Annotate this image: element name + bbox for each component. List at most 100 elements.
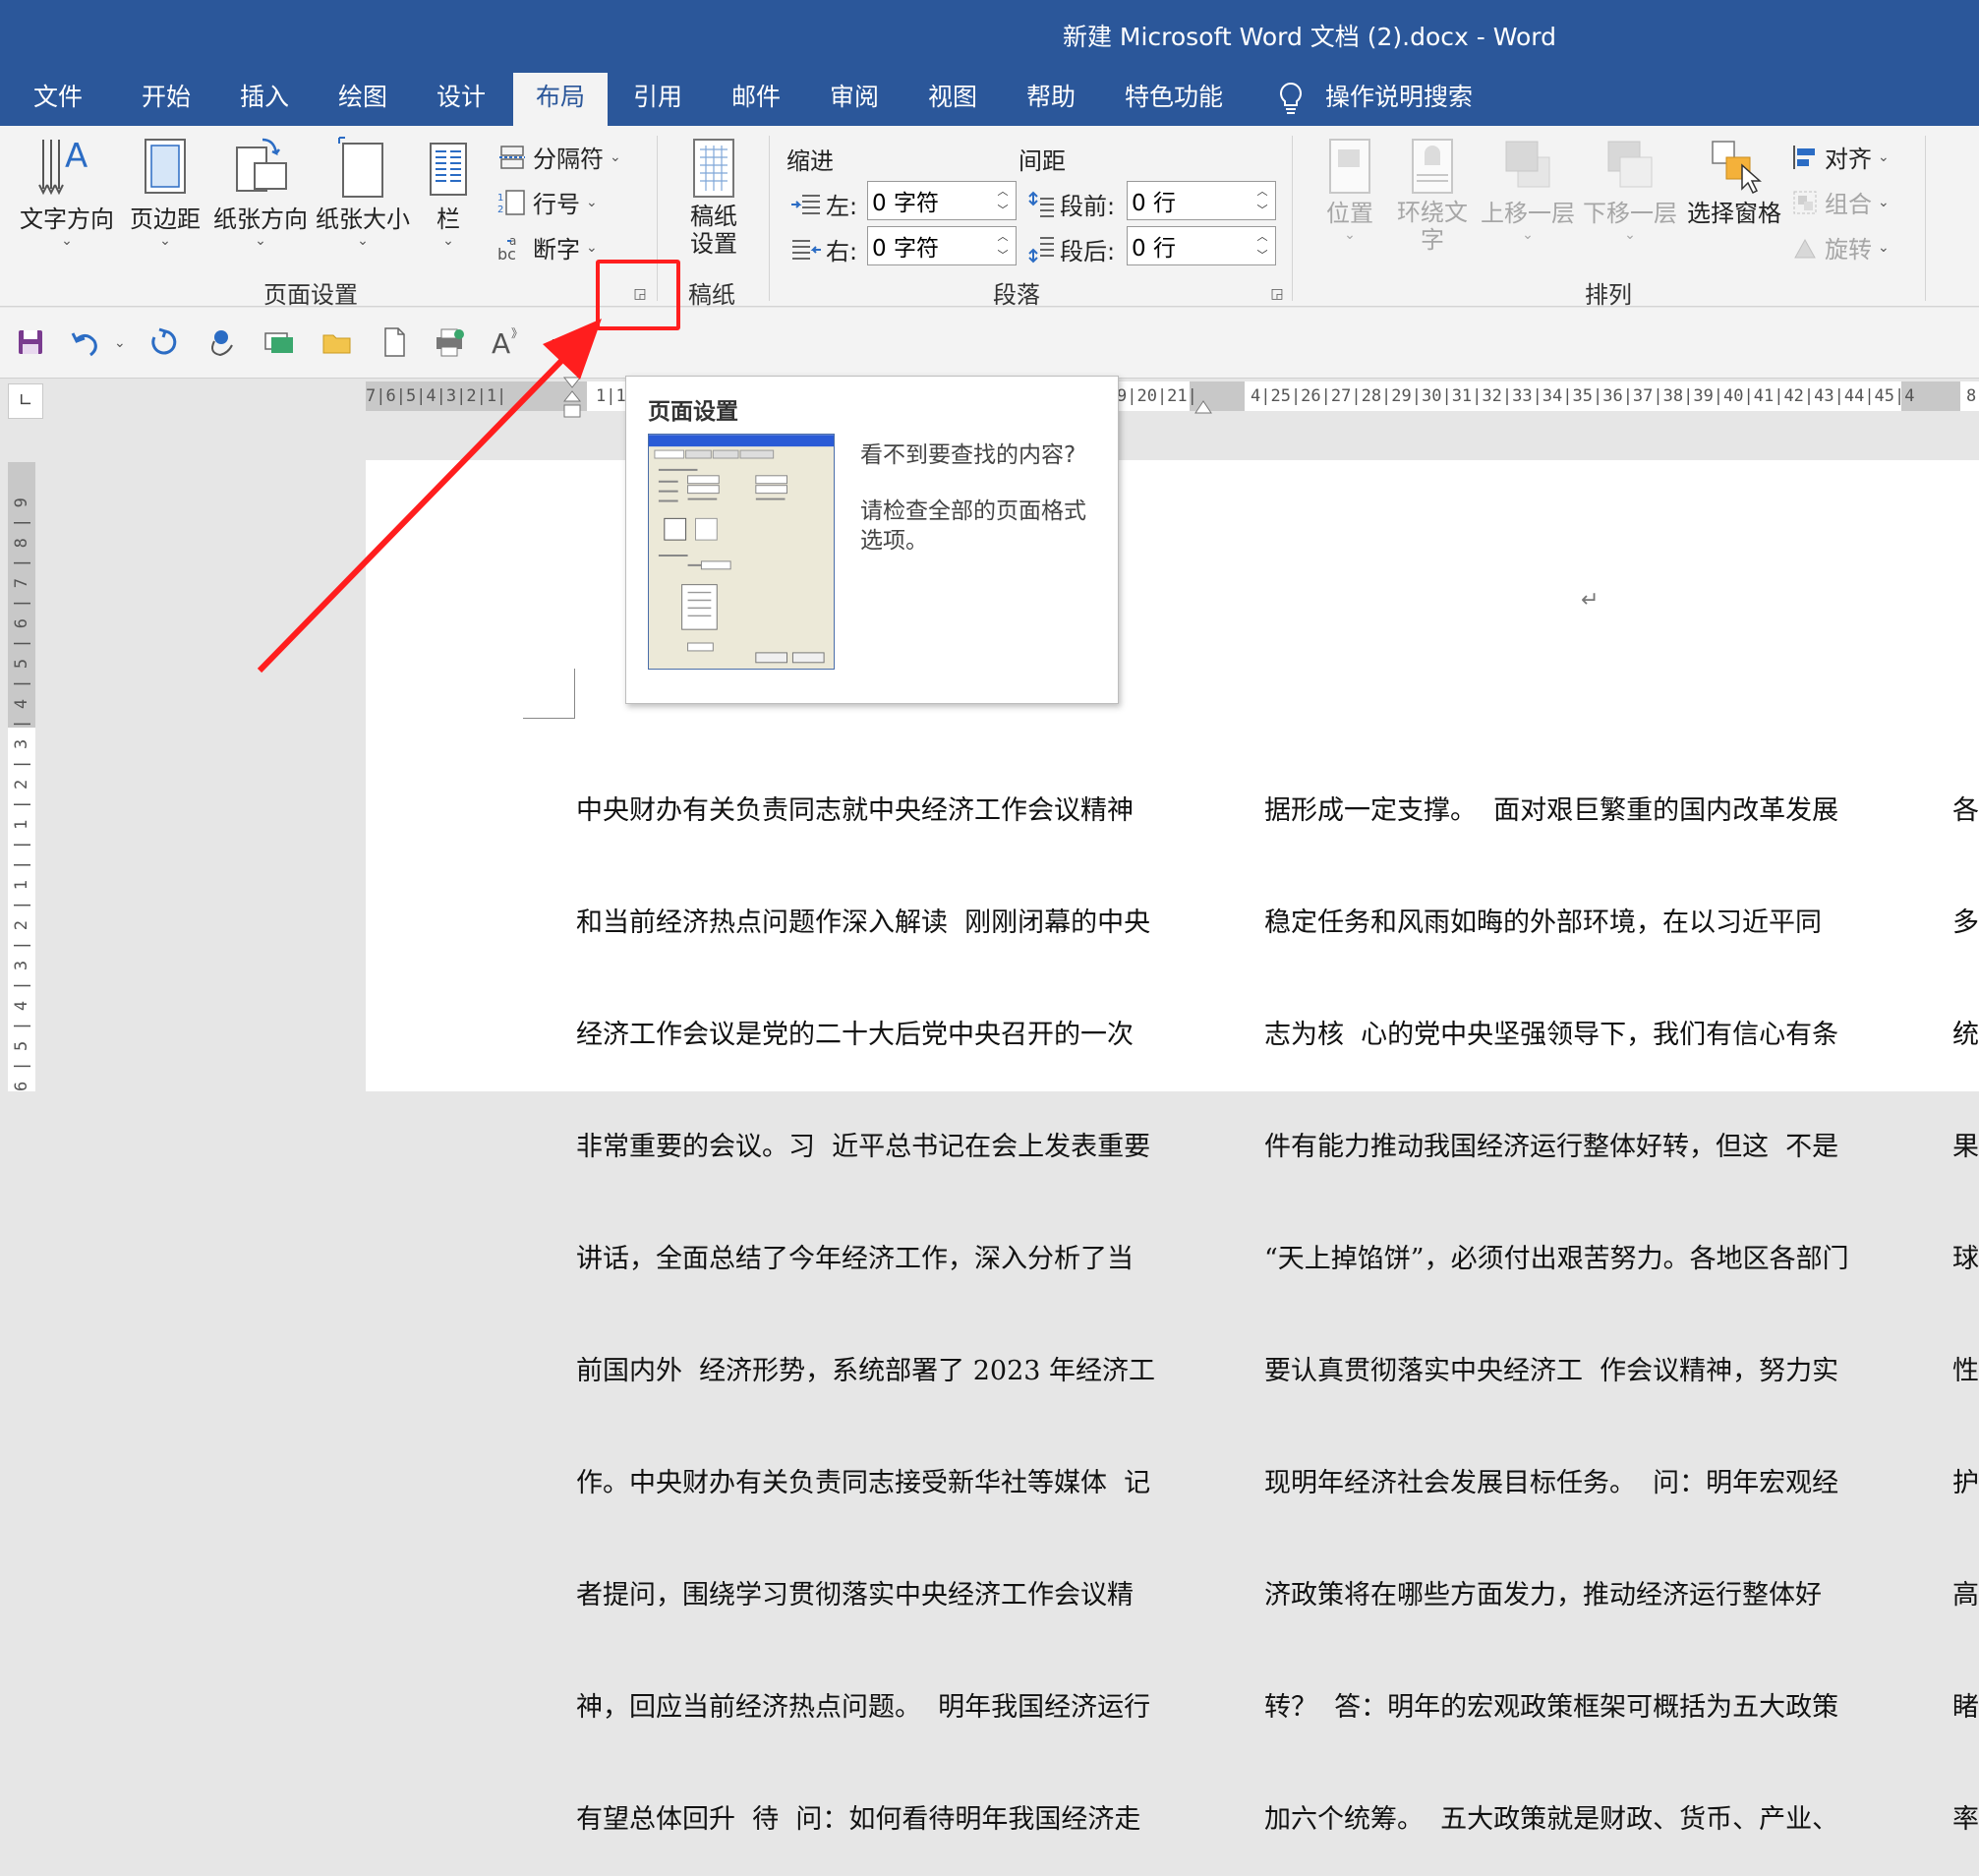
position-button[interactable]: 位置 ⌄ bbox=[1313, 136, 1386, 242]
chevron-down-icon: ⌄ bbox=[61, 233, 73, 249]
text-line: 率 bbox=[1952, 1804, 1979, 1835]
horizontal-ruler[interactable]: 7|6|5|4|3|2|1| 1|1 9|20|21| 4|25|26|27|2… bbox=[366, 381, 1979, 411]
document-column-2[interactable]: 据形成一定支撑。 面对艰巨繁重的国内改革发展 稳定任务和风雨如晦的外部环境，在以… bbox=[1264, 718, 1849, 1876]
chevron-down-icon: ⌄ bbox=[1878, 194, 1890, 210]
tab-home[interactable]: 开始 bbox=[130, 73, 203, 126]
customize-toolbar-icon[interactable]: = bbox=[551, 331, 565, 352]
lightbulb-icon[interactable] bbox=[1276, 81, 1306, 116]
document-column-3[interactable]: 各 多 统 果 球 性 护 高 睹 率 bbox=[1952, 718, 1979, 1876]
tab-layout[interactable]: 布局 bbox=[513, 73, 608, 126]
indent-left-input[interactable] bbox=[868, 182, 990, 219]
spinner-arrows[interactable]: ︿ ﹀ bbox=[990, 182, 1016, 219]
manuscript-settings-button[interactable]: 稿纸 设置 bbox=[672, 136, 755, 258]
indent-left-spinner[interactable]: ︿﹀ bbox=[867, 181, 1017, 220]
new-document-icon[interactable] bbox=[378, 325, 411, 359]
tab-references[interactable]: 引用 bbox=[621, 73, 694, 126]
text-direction-icon: A bbox=[38, 137, 87, 196]
orientation-button[interactable]: 纸张方向 ⌄ bbox=[206, 134, 315, 248]
rotate-icon bbox=[1794, 238, 1816, 258]
orientation-icon bbox=[236, 138, 287, 192]
wrap-text-label-line1: 环绕文 bbox=[1397, 199, 1468, 226]
group-button[interactable]: 组合 ⌄ bbox=[1791, 185, 1890, 219]
tab-view[interactable]: 视图 bbox=[916, 73, 989, 126]
title-bar: 新建 Microsoft Word 文档 (2).docx - Word 文件 … bbox=[0, 0, 1979, 126]
rotate-button[interactable]: 旋转 ⌄ bbox=[1791, 230, 1890, 264]
text-line: 护 bbox=[1952, 1468, 1979, 1498]
size-button[interactable]: 纸张大小 ⌄ bbox=[309, 134, 417, 248]
email-icon[interactable] bbox=[262, 325, 295, 359]
selection-pane-button[interactable]: 选择窗格 bbox=[1683, 136, 1785, 228]
wrap-text-button[interactable]: 环绕文 字 bbox=[1390, 136, 1475, 254]
right-indent-marker[interactable] bbox=[1193, 387, 1213, 417]
group-separator bbox=[769, 136, 770, 301]
font-size-icon[interactable]: A 》 bbox=[490, 325, 523, 359]
wrap-text-label-line2: 字 bbox=[1421, 226, 1444, 254]
margins-button[interactable]: 页边距 ⌄ bbox=[120, 134, 210, 248]
svg-text:A: A bbox=[65, 137, 87, 176]
document-column-1[interactable]: 中央财办有关负责同志就中央经济工作会议精神 和当前经济热点问题作深入解读 刚刚闭… bbox=[576, 718, 1155, 1876]
chevron-down-icon: ⌄ bbox=[586, 194, 598, 210]
tell-me-search[interactable]: 操作说明搜索 bbox=[1325, 73, 1473, 122]
send-backward-button[interactable]: 下移一层 ⌄ bbox=[1579, 136, 1681, 242]
tab-file[interactable]: 文件 bbox=[22, 73, 94, 126]
bring-forward-button[interactable]: 上移一层 ⌄ bbox=[1477, 136, 1579, 242]
paragraph-mark-icon: ↵ bbox=[1581, 588, 1600, 613]
chevron-down-icon: ⌄ bbox=[610, 148, 621, 165]
ruler-ticks-left: 7|6|5|4|3|2|1| bbox=[366, 386, 507, 406]
spacing-after-spinner[interactable]: ︿﹀ bbox=[1127, 226, 1276, 265]
svg-text:A: A bbox=[492, 327, 510, 359]
tab-design[interactable]: 设计 bbox=[425, 73, 497, 126]
spinner-arrows[interactable]: ︿ ﹀ bbox=[1250, 227, 1275, 264]
spacing-before-input[interactable] bbox=[1128, 182, 1250, 219]
line-numbers-icon: 12 bbox=[497, 189, 525, 215]
tooltip-title: 页面设置 bbox=[648, 399, 738, 425]
text-line: 经济工作会议是党的二十大后党中央召开的一次 bbox=[576, 1020, 1134, 1050]
indent-right-spinner[interactable]: ︿﹀ bbox=[867, 226, 1017, 265]
print-preview-icon[interactable] bbox=[433, 325, 466, 359]
tab-mailings[interactable]: 邮件 bbox=[720, 73, 792, 126]
tab-draw[interactable]: 绘图 bbox=[326, 73, 399, 126]
paragraph-dialog-launcher[interactable]: ◲ bbox=[1266, 283, 1288, 305]
hyphenation-label: 断字 bbox=[533, 236, 580, 264]
text-direction-button[interactable]: A 文字方向 ⌄ bbox=[18, 134, 116, 248]
tooltip-question: 看不到要查找的内容? bbox=[860, 442, 1077, 468]
page-setup-tooltip: 页面设置 看不到要查找的内容? 请检查全部的页面格式选项。 bbox=[625, 376, 1119, 704]
redo-icon[interactable] bbox=[147, 325, 181, 359]
indent-header: 缩进 bbox=[786, 147, 834, 175]
text-line: 志为核 心的党中央坚强领导下，我们有信心有条 bbox=[1264, 1020, 1839, 1050]
spinner-arrows[interactable]: ︿ ﹀ bbox=[990, 227, 1016, 264]
format-painter-icon[interactable] bbox=[204, 325, 238, 359]
text-line: 非常重要的会议。习 近平总书记在会上发表重要 bbox=[576, 1132, 1151, 1162]
tab-review[interactable]: 审阅 bbox=[818, 73, 891, 126]
indent-right-input[interactable] bbox=[868, 227, 990, 264]
undo-icon[interactable] bbox=[69, 325, 102, 359]
send-backward-icon bbox=[1607, 141, 1653, 188]
align-button[interactable]: 对齐 ⌄ bbox=[1791, 140, 1890, 174]
spacing-after-input[interactable] bbox=[1128, 227, 1250, 264]
first-line-indent-marker[interactable] bbox=[562, 376, 582, 421]
vertical-ruler[interactable]: 6 | 5 | 4 | 3 | 2 | 1 | | 1 | 2 | 3 | 4 … bbox=[8, 462, 35, 1091]
spacing-after-icon bbox=[1028, 236, 1054, 263]
text-line: 性 bbox=[1952, 1356, 1979, 1386]
tab-special-features[interactable]: 特色功能 bbox=[1113, 73, 1235, 126]
line-numbers-button[interactable]: 12 行号 ⌄ bbox=[497, 185, 598, 219]
line-numbers-label: 行号 bbox=[533, 191, 580, 218]
spacing-before-spinner[interactable]: ︿﹀ bbox=[1127, 181, 1276, 220]
undo-dropdown-icon[interactable]: ⌄ bbox=[114, 335, 126, 351]
tab-help[interactable]: 帮助 bbox=[1015, 73, 1087, 126]
svg-text:》: 》 bbox=[511, 326, 523, 340]
breaks-button[interactable]: 分隔符 ⌄ bbox=[497, 140, 621, 174]
tab-insert[interactable]: 插入 bbox=[228, 73, 301, 126]
tab-selector[interactable]: ∟ bbox=[8, 383, 43, 419]
orientation-label: 纸张方向 bbox=[213, 205, 308, 233]
chevron-down-icon: ⌄ bbox=[1878, 239, 1890, 256]
text-line: 中央财办有关负责同志就中央经济工作会议精神 bbox=[576, 795, 1134, 826]
save-icon[interactable] bbox=[14, 325, 47, 359]
columns-button[interactable]: 栏 ⌄ bbox=[419, 134, 478, 248]
hyphenation-button[interactable]: a bc 断字 ⌄ bbox=[497, 230, 598, 264]
spinner-arrows[interactable]: ︿ ﹀ bbox=[1250, 182, 1275, 219]
rotate-label: 旋转 bbox=[1825, 236, 1872, 264]
text-line: 前国内外 经济形势，系统部署了 2023 年经济工 bbox=[576, 1356, 1156, 1386]
open-folder-icon[interactable] bbox=[320, 325, 354, 359]
window-title: 新建 Microsoft Word 文档 (2).docx - Word bbox=[1062, 23, 1556, 51]
